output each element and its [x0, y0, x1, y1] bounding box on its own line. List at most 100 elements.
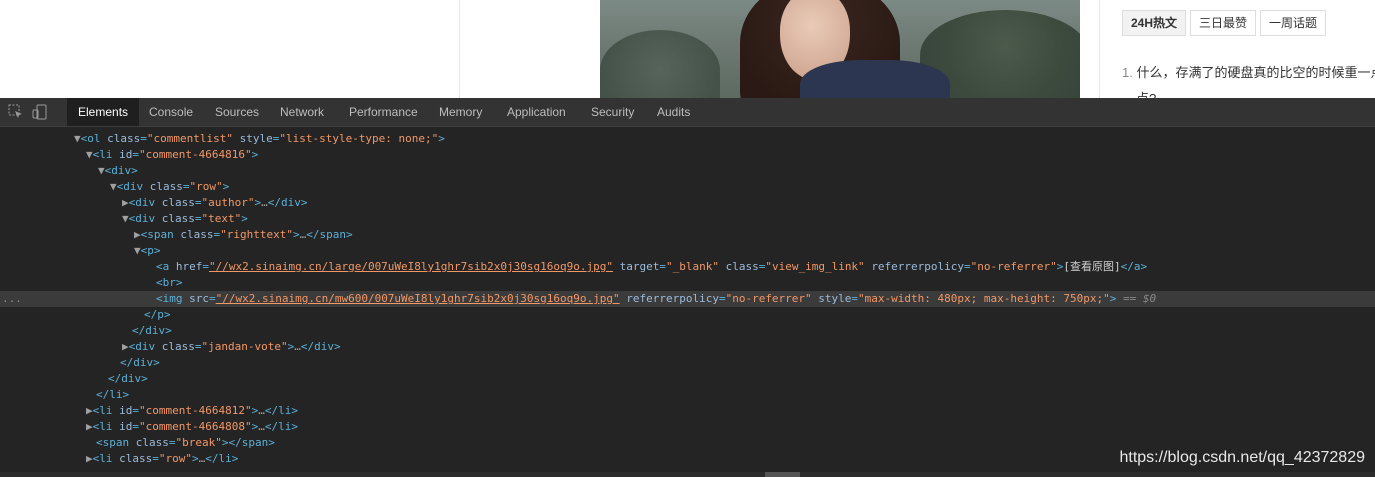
- expanded-triangle-icon[interactable]: ▼: [86, 148, 93, 161]
- selected-node-marker: == $0: [1122, 292, 1157, 305]
- dom-node-div-jandan-vote[interactable]: ▶<div class="jandan-vote">…</div>: [0, 339, 1375, 355]
- tab-application[interactable]: Application: [496, 98, 577, 126]
- dom-node-div-text[interactable]: ▼<div class="text">: [0, 211, 1375, 227]
- photo-tree-left: [600, 30, 720, 98]
- attr-name: src: [189, 292, 209, 305]
- attr-name: style: [239, 132, 273, 145]
- closing-tag: </p>: [144, 308, 171, 321]
- dom-node-div[interactable]: ▼<div>: [0, 163, 1375, 179]
- dom-node-li[interactable]: ▼<li id="comment-4664816">: [0, 147, 1375, 163]
- tag-close-bracket: >: [438, 132, 445, 145]
- attr-name: referrerpolicy: [871, 260, 965, 273]
- tab-24h-hot[interactable]: 24H热文: [1122, 10, 1187, 36]
- attr-name: class: [161, 340, 195, 353]
- closing-tag: </a>: [1120, 260, 1148, 273]
- attr-value: "text": [201, 212, 242, 225]
- tab-network[interactable]: Network: [269, 98, 335, 126]
- tag-name: <div: [128, 212, 156, 225]
- collapsed-ellipsis[interactable]: …: [258, 420, 265, 433]
- collapsed-triangle-icon[interactable]: ▶: [86, 404, 93, 417]
- tag-name: <p>: [140, 244, 161, 257]
- collapsed-ellipsis[interactable]: …: [258, 404, 265, 417]
- tab-week-topic[interactable]: 一周话题: [1260, 10, 1327, 36]
- column-divider: [459, 0, 460, 98]
- attr-value: "righttext": [220, 228, 293, 241]
- dom-node-br[interactable]: <br>: [0, 275, 1375, 291]
- expanded-triangle-icon[interactable]: ▼: [122, 212, 129, 225]
- dom-node-li[interactable]: ▶<li id="comment-4664812">…</li>: [0, 403, 1375, 419]
- dom-node-div-close[interactable]: </div>: [0, 323, 1375, 339]
- hot-item-number: 1.: [1122, 65, 1133, 80]
- dom-node-li[interactable]: ▶<li id="comment-4664808">…</li>: [0, 419, 1375, 435]
- dom-node-p-close[interactable]: </p>: [0, 307, 1375, 323]
- collapsed-triangle-icon[interactable]: ▶: [122, 196, 129, 209]
- expanded-triangle-icon[interactable]: ▼: [74, 132, 81, 145]
- attr-name: id: [119, 420, 133, 433]
- devtools-toolbar: Elements Console Sources Network Perform…: [0, 98, 1375, 127]
- expanded-triangle-icon[interactable]: ▼: [110, 180, 117, 193]
- tag-name: <ol: [80, 132, 101, 145]
- attr-name: style: [818, 292, 852, 305]
- dom-node-ol[interactable]: ▼<ol class="commentlist" style="list-sty…: [0, 131, 1375, 147]
- collapsed-ellipsis[interactable]: …: [261, 196, 268, 209]
- attr-name: class: [161, 196, 195, 209]
- attr-value-link[interactable]: "//wx2.sinaimg.cn/large/007uWeI8ly1ghr7s…: [209, 260, 613, 273]
- closing-tag: </li>: [264, 420, 298, 433]
- closing-tag: </span>: [228, 436, 275, 449]
- attr-name: target: [619, 260, 660, 273]
- more-options-icon[interactable]: ...: [2, 291, 22, 307]
- inspect-element-icon[interactable]: [8, 104, 24, 120]
- device-toolbar-icon[interactable]: [32, 104, 48, 120]
- comment-image[interactable]: [600, 0, 1080, 98]
- photo-sweater: [800, 60, 950, 98]
- dom-node-img-selected[interactable]: ... <img src="//wx2.sinaimg.cn/mw600/007u…: [0, 291, 1375, 307]
- closing-tag: </li>: [96, 388, 130, 401]
- dom-node-div-close[interactable]: </div>: [0, 355, 1375, 371]
- dom-node-li-close[interactable]: </li>: [0, 387, 1375, 403]
- text-node: [查看原图]: [1063, 260, 1121, 273]
- collapsed-triangle-icon[interactable]: ▶: [86, 420, 93, 433]
- dom-node-span-righttext[interactable]: ▶<span class="righttext">…</span>: [0, 227, 1375, 243]
- tab-3day-top[interactable]: 三日最赞: [1190, 10, 1257, 36]
- expanded-triangle-icon[interactable]: ▼: [98, 164, 105, 177]
- closing-tag: </li>: [264, 404, 298, 417]
- tab-console[interactable]: Console: [138, 98, 204, 126]
- tab-performance[interactable]: Performance: [338, 98, 429, 126]
- tag-close-bracket: >: [241, 212, 248, 225]
- tab-sources[interactable]: Sources: [204, 98, 270, 126]
- hot-list-item[interactable]: 1. 什么，存满了的硬盘真的比空的时候重一点？ 点?: [1122, 60, 1375, 98]
- collapsed-triangle-icon[interactable]: ▶: [86, 452, 93, 465]
- tag-close-bracket: >: [251, 148, 259, 161]
- tab-memory[interactable]: Memory: [428, 98, 493, 126]
- hot-tabs: 24H热文 三日最赞 一周话题: [1122, 10, 1327, 36]
- hot-sidebar: 24H热文 三日最赞 一周话题 1. 什么，存满了的硬盘真的比空的时候重一点？ …: [1099, 0, 1375, 98]
- collapsed-triangle-icon[interactable]: ▶: [122, 340, 129, 353]
- collapsed-triangle-icon[interactable]: ▶: [134, 228, 141, 241]
- tab-audits[interactable]: Audits: [646, 98, 701, 126]
- attr-value: "list-style-type: none;": [279, 132, 439, 145]
- hot-item-title-wrap: 点?: [1136, 91, 1156, 98]
- attr-value: "_blank": [665, 260, 719, 273]
- tag-name: <img: [156, 292, 183, 305]
- dom-node-div-close[interactable]: </div>: [0, 371, 1375, 387]
- horizontal-scrollbar[interactable]: [0, 472, 1375, 477]
- tag-name: <div: [116, 180, 144, 193]
- scrollbar-thumb[interactable]: [765, 472, 800, 477]
- dom-node-a[interactable]: <a href="//wx2.sinaimg.cn/large/007uWeI8…: [0, 259, 1375, 275]
- expanded-triangle-icon[interactable]: ▼: [134, 244, 141, 257]
- dom-node-div-row[interactable]: ▼<div class="row">: [0, 179, 1375, 195]
- attr-value-link[interactable]: "//wx2.sinaimg.cn/mw600/007uWeI8ly1ghr7s…: [216, 292, 620, 305]
- tag-name: <span: [96, 436, 130, 449]
- collapsed-ellipsis[interactable]: …: [294, 340, 301, 353]
- tab-elements[interactable]: Elements: [67, 98, 140, 126]
- tag-name: <div: [128, 196, 156, 209]
- attr-value: "comment-4664808": [139, 420, 252, 433]
- attr-value: "row": [189, 180, 223, 193]
- attr-name: class: [180, 228, 214, 241]
- tag-close-bracket: >: [292, 228, 300, 241]
- closing-tag: </li>: [205, 452, 239, 465]
- dom-node-div-author[interactable]: ▶<div class="author">…</div>: [0, 195, 1375, 211]
- webpage-viewport: 24H热文 三日最赞 一周话题 1. 什么，存满了的硬盘真的比空的时候重一点？ …: [0, 0, 1375, 98]
- tab-security[interactable]: Security: [580, 98, 645, 126]
- dom-node-p[interactable]: ▼<p>: [0, 243, 1375, 259]
